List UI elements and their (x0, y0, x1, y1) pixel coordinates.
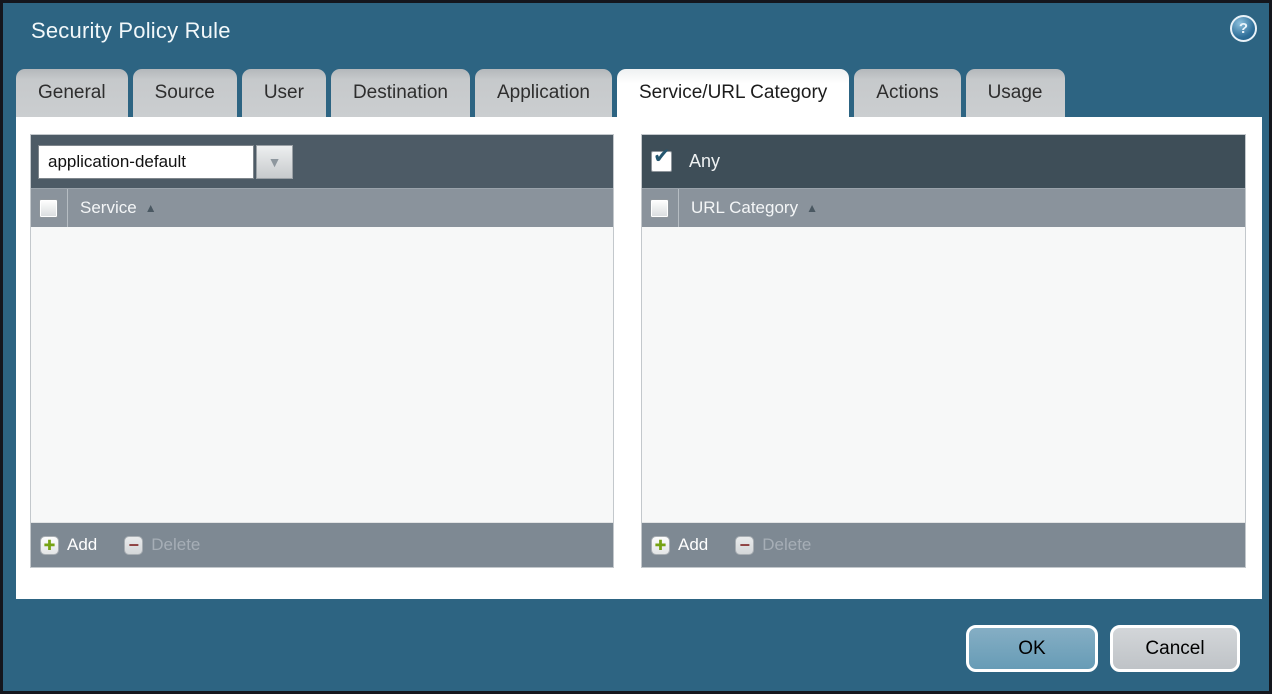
url-category-column-header-row: URL Category ▲ (642, 188, 1245, 227)
service-list (31, 227, 613, 523)
plus-icon: ✚ (40, 536, 59, 555)
sort-asc-icon: ▲ (806, 201, 818, 215)
plus-icon: ✚ (651, 536, 670, 555)
url-category-column-header[interactable]: URL Category (691, 198, 798, 218)
service-type-dropdown[interactable]: ▼ (38, 145, 293, 179)
service-type-dropdown-button[interactable]: ▼ (256, 145, 293, 179)
cancel-button[interactable]: Cancel (1110, 625, 1240, 672)
tab-application[interactable]: Application (475, 69, 612, 117)
add-button-label: Add (678, 535, 708, 555)
delete-button-label: Delete (762, 535, 811, 555)
url-category-list (642, 227, 1245, 523)
dialog-content: ▼ Service ▲ ✚ Add − Delete (16, 117, 1262, 599)
service-column-header[interactable]: Service (80, 198, 137, 218)
any-checkbox[interactable]: ✔ (651, 151, 672, 172)
service-type-input[interactable] (38, 145, 254, 179)
help-icon[interactable]: ? (1230, 15, 1257, 42)
delete-button-label: Delete (151, 535, 200, 555)
minus-icon: − (735, 536, 754, 555)
service-column-header-row: Service ▲ (31, 188, 613, 227)
service-toolbar: ▼ (31, 135, 613, 188)
service-panel-footer: ✚ Add − Delete (31, 523, 613, 567)
service-select-all-checkbox[interactable] (39, 199, 58, 218)
chevron-down-icon: ▼ (268, 155, 282, 169)
tab-actions[interactable]: Actions (854, 69, 960, 117)
service-delete-button[interactable]: − Delete (124, 535, 200, 555)
any-label: Any (689, 151, 720, 172)
minus-icon: − (124, 536, 143, 555)
security-policy-rule-dialog: Security Policy Rule ? General Source Us… (0, 0, 1272, 694)
tab-usage[interactable]: Usage (966, 69, 1065, 117)
tab-bar: General Source User Destination Applicat… (16, 69, 1065, 117)
tab-service-url-category[interactable]: Service/URL Category (617, 69, 849, 117)
checkmark-icon: ✔ (653, 146, 671, 167)
column-separator (67, 189, 68, 227)
column-separator (678, 189, 679, 227)
dialog-title: Security Policy Rule (31, 18, 231, 44)
dialog-actions: OK Cancel (966, 625, 1240, 672)
tab-source[interactable]: Source (133, 69, 237, 117)
service-add-button[interactable]: ✚ Add (40, 535, 97, 555)
ok-button[interactable]: OK (966, 625, 1098, 672)
tab-destination[interactable]: Destination (331, 69, 470, 117)
url-category-add-button[interactable]: ✚ Add (651, 535, 708, 555)
tab-general[interactable]: General (16, 69, 128, 117)
url-category-toolbar: ✔ Any (642, 135, 1245, 188)
url-category-delete-button[interactable]: − Delete (735, 535, 811, 555)
sort-asc-icon: ▲ (145, 201, 157, 215)
question-mark-glyph: ? (1239, 20, 1248, 37)
add-button-label: Add (67, 535, 97, 555)
tab-user[interactable]: User (242, 69, 326, 117)
url-category-panel: ✔ Any URL Category ▲ ✚ Add − Delete (641, 134, 1246, 568)
url-category-panel-footer: ✚ Add − Delete (642, 523, 1245, 567)
url-category-select-all-checkbox[interactable] (650, 199, 669, 218)
service-panel: ▼ Service ▲ ✚ Add − Delete (30, 134, 614, 568)
